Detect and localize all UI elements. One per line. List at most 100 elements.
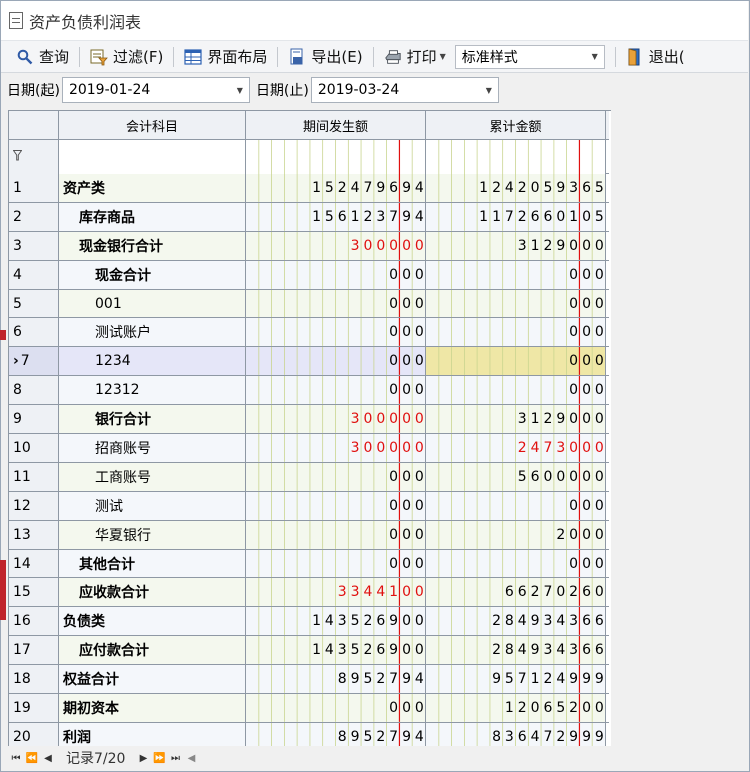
start-date-input[interactable]: 2019-01-24 ▼ [61, 77, 250, 103]
period-amount-cell[interactable]: 300000 [246, 231, 426, 260]
cumulative-amount-cell[interactable]: 000 [426, 491, 606, 520]
column-header-account[interactable]: 会计科目 [59, 111, 246, 140]
table-row[interactable]: 18 权益合计 8 9 5 2 7 9 4 9 5 7 1 2 4 9 9 9 [9, 665, 609, 695]
row-number[interactable]: 5 [9, 289, 59, 318]
table-row[interactable]: 20 利润 8 9 5 2 7 9 4 8 3 6 4 7 2 9 9 9 [9, 722, 609, 746]
cumulative-amount-cell[interactable]: 2000 [426, 520, 606, 549]
exit-button[interactable]: 退出( [621, 44, 690, 70]
table-row[interactable]: 3 现金银行合计 3 0 0 0 0 0 3 1 2 9 0 0 0 [9, 231, 609, 261]
prev-record-icon[interactable]: ◀ [40, 753, 56, 764]
row-number[interactable]: 13 [9, 520, 59, 549]
period-amount-cell[interactable]: 156123794 [246, 202, 426, 231]
cumulative-amount-cell[interactable]: 000 [426, 260, 606, 289]
row-number[interactable]: 17 [9, 636, 59, 665]
period-amount-cell[interactable]: 143526900 [246, 607, 426, 636]
account-name-cell[interactable]: 银行合计 [59, 405, 246, 434]
account-name-cell[interactable]: 现金合计 [59, 260, 246, 289]
account-name-cell[interactable]: 12312 [59, 376, 246, 405]
table-row[interactable]: 15 应收款合计 3 3 4 4 1 0 0 6 6 2 7 0 2 6 0 [9, 578, 609, 608]
last-page-icon[interactable]: ⏭ [167, 753, 183, 764]
cumulative-amount-cell[interactable]: 1242059365 [426, 174, 606, 202]
account-name-cell[interactable]: 负债类 [59, 607, 246, 636]
prev-page-group-icon[interactable]: ⏪ [24, 753, 40, 764]
table-row[interactable]: 2 库存商品 1 5 6 1 2 3 7 9 4 1 1 7 2 6 6 0 1 0 5 [9, 202, 609, 232]
row-number[interactable]: 6 [9, 318, 59, 347]
row-number[interactable]: 14 [9, 549, 59, 578]
funnel-icon[interactable] [12, 149, 23, 165]
account-name-cell[interactable]: 其他合计 [59, 549, 246, 578]
period-amount-cell[interactable]: 300000 [246, 405, 426, 434]
row-number[interactable]: 12 [9, 491, 59, 520]
chevron-down-icon[interactable]: ▼ [486, 86, 492, 95]
period-amount-cell[interactable]: 000 [246, 318, 426, 347]
table-row[interactable]: 9 银行合计 3 0 0 0 0 0 3 1 2 9 0 0 0 [9, 405, 609, 435]
period-amount-cell[interactable]: 152479694 [246, 174, 426, 202]
cumulative-amount-cell[interactable]: 12065200 [426, 694, 606, 722]
table-row[interactable]: 14 其他合计 0 0 0 0 0 0 [9, 549, 609, 579]
chevron-down-icon[interactable]: ▼ [237, 86, 243, 95]
row-number[interactable]: 3 [9, 231, 59, 260]
end-date-input[interactable]: 2019-03-24 ▼ [310, 77, 499, 103]
period-amount-cell[interactable]: 000 [246, 520, 426, 549]
layout-button[interactable]: 界面布局 [179, 44, 272, 70]
account-name-cell[interactable]: 华夏银行 [59, 520, 246, 549]
row-number[interactable]: 1 [9, 174, 59, 202]
account-name-cell[interactable]: 现金银行合计 [59, 231, 246, 260]
table-row[interactable]: 10 招商账号 3 0 0 0 0 0 2 4 7 3 0 0 0 [9, 434, 609, 463]
table-row[interactable]: › 7 1234 0 0 0 0 0 0 [9, 347, 609, 377]
row-number[interactable]: 11 [9, 462, 59, 491]
cumulative-amount-cell[interactable]: 5600000 [426, 462, 606, 491]
row-number[interactable]: 9 [9, 405, 59, 434]
scroll-left-icon[interactable]: ◀ [183, 753, 199, 764]
account-name-cell[interactable]: 工商账号 [59, 462, 246, 491]
period-amount-cell[interactable]: 000 [246, 491, 426, 520]
row-number[interactable]: 15 [9, 578, 59, 607]
style-select[interactable]: 标准样式 ▼ [454, 44, 605, 69]
table-row[interactable]: 11 工商账号 0 0 0 5 6 0 0 0 0 0 [9, 462, 609, 492]
cumulative-amount-cell[interactable]: 000 [426, 347, 606, 376]
period-amount-cell[interactable]: 000 [246, 694, 426, 722]
table-row[interactable]: 13 华夏银行 0 0 0 2 0 0 0 [9, 520, 609, 550]
account-name-cell[interactable]: 招商账号 [59, 434, 246, 462]
table-row[interactable]: 4 现金合计 0 0 0 0 0 0 [9, 260, 609, 290]
table-row[interactable]: 19 期初资本 0 0 0 1 2 0 6 5 2 0 0 [9, 694, 609, 723]
cumulative-amount-cell[interactable]: 000 [426, 549, 606, 578]
account-name-cell[interactable]: 应付款合计 [59, 636, 246, 665]
first-page-icon[interactable]: ⏮ [8, 753, 24, 764]
column-header-cumulative[interactable]: 累计金额 [426, 111, 606, 140]
account-name-cell[interactable]: 利润 [59, 722, 246, 746]
table-row[interactable]: 5 001 0 0 0 0 0 0 [9, 289, 609, 319]
cumulative-amount-cell[interactable]: 3129000 [426, 405, 606, 434]
cumulative-amount-cell[interactable]: 1172660105 [426, 202, 606, 231]
filter-cell-cumulative[interactable] [426, 140, 606, 174]
period-amount-cell[interactable]: 000 [246, 347, 426, 376]
table-row[interactable]: 6 测试账户 0 0 0 0 0 0 [9, 318, 609, 348]
account-name-cell[interactable]: 权益合计 [59, 665, 246, 694]
account-name-cell[interactable]: 库存商品 [59, 202, 246, 231]
account-name-cell[interactable]: 001 [59, 289, 246, 318]
filter-button[interactable]: 过滤(F) [85, 44, 168, 70]
cumulative-amount-cell[interactable]: 2473000 [426, 434, 606, 462]
table-row[interactable]: 8 12312 0 0 0 0 0 0 [9, 376, 609, 406]
period-amount-cell[interactable]: 143526900 [246, 636, 426, 665]
table-row[interactable]: 12 测试 0 0 0 0 0 0 [9, 491, 609, 521]
row-number[interactable]: 16 [9, 607, 59, 636]
table-row[interactable]: 1 资产类 1 5 2 4 7 9 6 9 4 1 2 4 2 0 5 9 3 6 5 [9, 174, 609, 203]
period-amount-cell[interactable]: 000 [246, 462, 426, 491]
cumulative-amount-cell[interactable]: 66270260 [426, 578, 606, 607]
next-page-group-icon[interactable]: ⏩ [151, 753, 167, 764]
account-name-cell[interactable]: 测试 [59, 491, 246, 520]
account-name-cell[interactable]: 1234 [59, 347, 246, 376]
cumulative-amount-cell[interactable]: 000 [426, 376, 606, 405]
row-number[interactable]: 10 [9, 434, 59, 462]
period-amount-cell[interactable]: 8952794 [246, 665, 426, 694]
chevron-down-icon[interactable]: ▼ [592, 52, 598, 61]
period-amount-cell[interactable]: 000 [246, 549, 426, 578]
period-amount-cell[interactable]: 3344100 [246, 578, 426, 607]
table-row[interactable]: 16 负债类 1 4 3 5 2 6 9 0 0 2 8 4 9 3 4 3 6 6 [9, 607, 609, 637]
filter-cell-account[interactable] [59, 140, 246, 174]
print-button[interactable]: 打印 ▼ [379, 44, 451, 70]
cumulative-amount-cell[interactable]: 836472999 [426, 722, 606, 746]
row-number[interactable]: 18 [9, 665, 59, 694]
period-amount-cell[interactable]: 300000 [246, 434, 426, 462]
